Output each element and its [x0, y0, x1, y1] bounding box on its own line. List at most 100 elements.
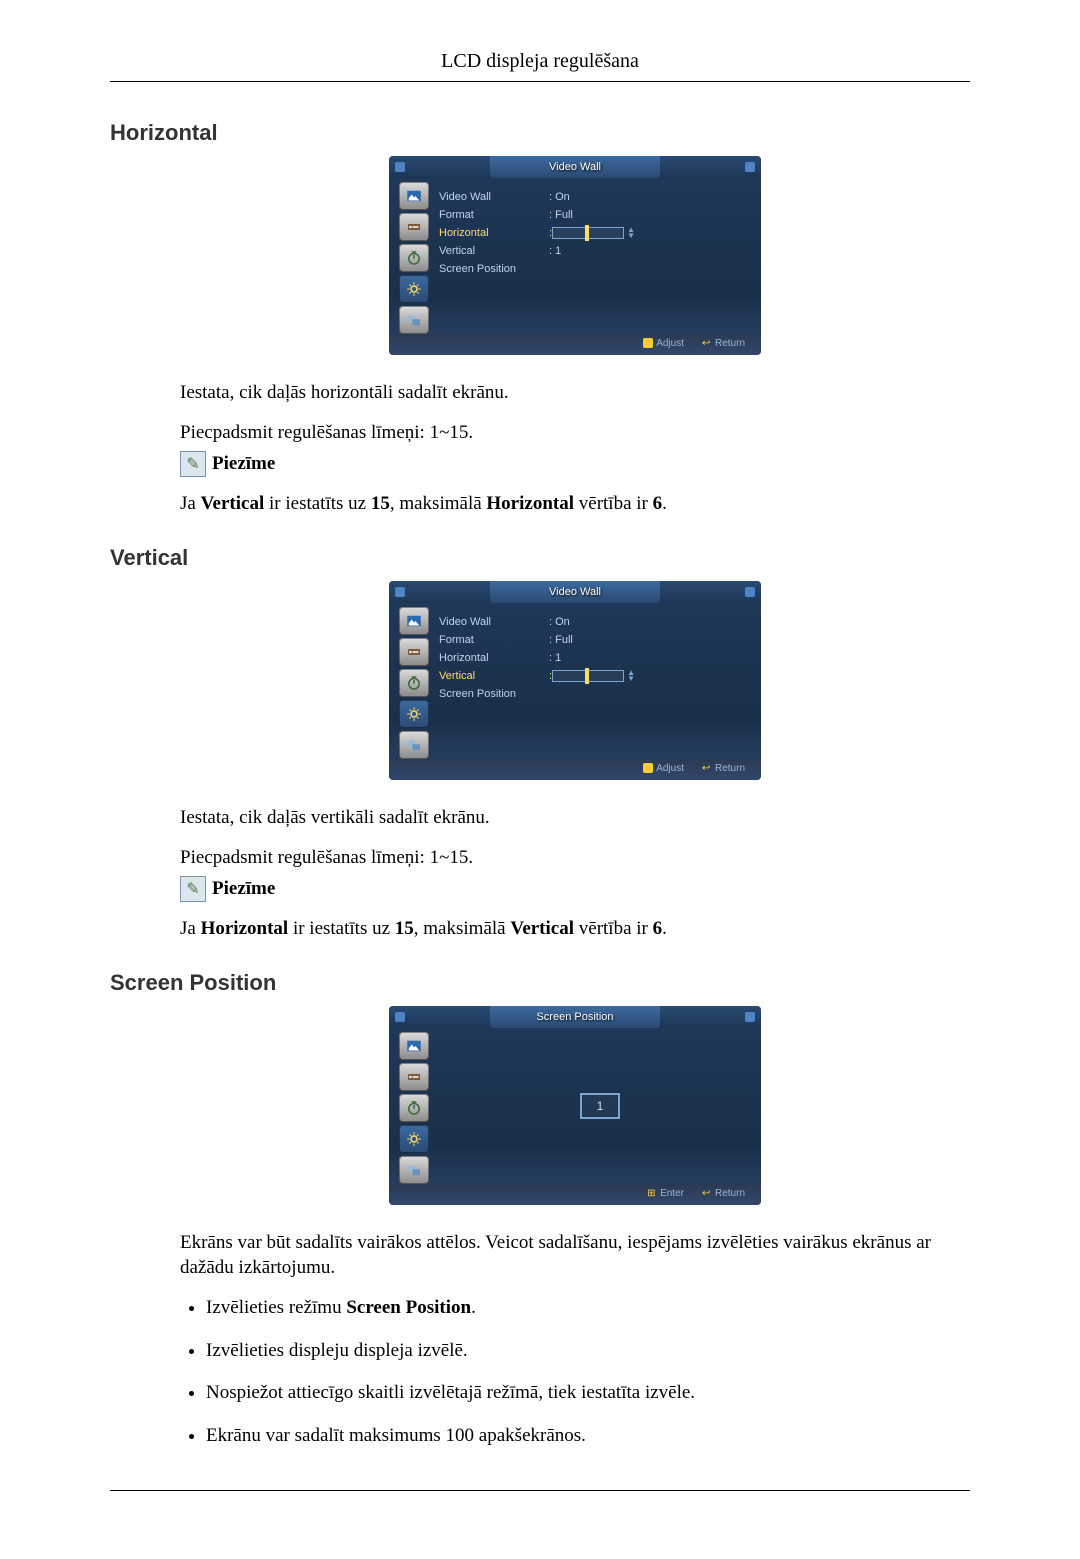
osd-icon-column: [389, 603, 439, 759]
osd-footer-return: Return: [702, 338, 745, 349]
osd-row-vertical-selected: Vertical:▲▼: [439, 667, 751, 685]
para-desc: Iestata, cik daļās vertikāli sadalīt ekr…: [180, 805, 970, 831]
osd-panel: Screen Position 1 Enter: [389, 1006, 761, 1205]
return-icon: [702, 763, 712, 773]
para-levels: Piecpadsmit regulēšanas līmeņi: 1~15.: [180, 420, 970, 446]
osd-label: Video Wall: [439, 191, 549, 203]
osd-row-screen-position: Screen Position: [439, 685, 751, 703]
osd-row-video-wall: Video Wall: On: [439, 188, 751, 206]
section-heading-screen-position: Screen Position: [110, 970, 970, 996]
osd-slider: ▲▼: [552, 669, 635, 683]
note-row: ✎ Piezīme: [180, 451, 970, 477]
osd-footer: Enter Return: [389, 1184, 761, 1205]
footer-label: Return: [715, 338, 745, 349]
para-levels: Piecpadsmit regulēšanas līmeņi: 1~15.: [180, 845, 970, 871]
osd-icon-column: [389, 1028, 439, 1184]
page-header-title: LCD displeja regulēšana: [110, 50, 970, 73]
para-desc: Ekrāns var būt sadalīts vairākos attēlos…: [180, 1230, 970, 1281]
nav-icon-multi: [399, 1156, 429, 1184]
t: vērtība ir: [574, 918, 653, 939]
osd-title: Video Wall: [490, 581, 660, 603]
osd-title: Screen Position: [490, 1006, 660, 1028]
t: ir iestatīts uz: [264, 493, 371, 514]
t: Ja: [180, 918, 201, 939]
osd-value: : On: [549, 616, 570, 628]
osd-icon-column: [389, 178, 439, 334]
adjust-icon: [643, 763, 653, 773]
list-item: Ekrānu var sadalīt maksimums 100 apakšek…: [206, 1423, 970, 1450]
osd-footer: Adjust Return: [389, 759, 761, 780]
footer-rule: [110, 1490, 970, 1491]
osd-panel: Video Wall Video Wall: On Format: Full H…: [389, 581, 761, 780]
osd-figure-vertical: Video Wall Video Wall: On Format: Full H…: [180, 581, 970, 785]
footer-label: Adjust: [656, 763, 684, 774]
section-content-vertical: Video Wall Video Wall: On Format: Full H…: [180, 581, 970, 942]
osd-value: : 1: [549, 652, 561, 664]
osd-menu-list: Video Wall: On Format: Full Horizontal: …: [439, 603, 761, 759]
osd-body: Video Wall: On Format: Full Horizontal:▲…: [389, 178, 761, 334]
page-container: LCD displeja regulēšana Horizontal Video…: [0, 0, 1080, 1559]
list-item: Nospiežot attiecīgo skaitli izvēlētajā r…: [206, 1380, 970, 1407]
osd-label: Vertical: [439, 245, 549, 257]
adjust-icon: [643, 338, 653, 348]
osd-value: : 1: [549, 245, 561, 257]
osd-label: Video Wall: [439, 616, 549, 628]
osd-footer-enter: Enter: [647, 1188, 684, 1199]
osd-label: Horizontal: [439, 652, 549, 664]
nav-icon-picture: [399, 607, 429, 635]
nav-icon-input: [399, 213, 429, 241]
note-label: Piezīme: [212, 453, 275, 475]
osd-label: Screen Position: [439, 263, 549, 275]
t: Screen Position: [346, 1297, 471, 1318]
osd-titlebar: Video Wall: [389, 156, 761, 178]
t: 6: [653, 918, 663, 939]
t: Ja: [180, 493, 201, 514]
t: , maksimālā: [414, 918, 511, 939]
t: Izvēlieties režīmu: [206, 1297, 346, 1318]
nav-icon-settings: [399, 1125, 429, 1153]
osd-row-screen-position: Screen Position: [439, 260, 751, 278]
t: .: [662, 918, 667, 939]
screen-position-cell: 1: [580, 1093, 620, 1119]
osd-slider: ▲▼: [552, 226, 635, 240]
footer-label: Return: [715, 763, 745, 774]
osd-row-horizontal: Horizontal: 1: [439, 649, 751, 667]
para-desc: Iestata, cik daļās horizontāli sadalīt e…: [180, 380, 970, 406]
list-item: Izvēlieties režīmu Screen Position.: [206, 1295, 970, 1322]
t: , maksimālā: [390, 493, 487, 514]
list-item: Izvēlieties displeju displeja izvēlē.: [206, 1338, 970, 1365]
note-label: Piezīme: [212, 878, 275, 900]
t: Horizontal: [486, 493, 574, 514]
osd-titlebar: Video Wall: [389, 581, 761, 603]
osd-value: : Full: [549, 209, 573, 221]
osd-row-video-wall: Video Wall: On: [439, 613, 751, 631]
enter-icon: [647, 1188, 657, 1198]
osd-sp-body: 1: [439, 1028, 761, 1184]
osd-row-vertical: Vertical: 1: [439, 242, 751, 260]
section-heading-vertical: Vertical: [110, 545, 970, 571]
osd-titlebar: Screen Position: [389, 1006, 761, 1028]
osd-row-format: Format: Full: [439, 631, 751, 649]
note-icon: ✎: [180, 451, 206, 477]
osd-label: Vertical: [439, 670, 549, 682]
osd-row-format: Format: Full: [439, 206, 751, 224]
nav-icon-picture: [399, 1032, 429, 1060]
osd-body: Video Wall: On Format: Full Horizontal: …: [389, 603, 761, 759]
footer-label: Enter: [660, 1188, 684, 1199]
t: Vertical: [201, 493, 265, 514]
osd-figure-horizontal: Video Wall Video Wall: On Format: Full H…: [180, 156, 970, 360]
section-heading-horizontal: Horizontal: [110, 120, 970, 146]
nav-icon-timer: [399, 669, 429, 697]
osd-footer: Adjust Return: [389, 334, 761, 355]
note-icon: ✎: [180, 876, 206, 902]
t: 6: [653, 493, 663, 514]
t: ir iestatīts uz: [288, 918, 395, 939]
osd-value: : Full: [549, 634, 573, 646]
return-icon: [702, 338, 712, 348]
osd-label: Horizontal: [439, 227, 549, 239]
osd-panel: Video Wall Video Wall: On Format: Full H…: [389, 156, 761, 355]
nav-icon-multi: [399, 306, 429, 334]
osd-row-horizontal-selected: Horizontal:▲▼: [439, 224, 751, 242]
osd-label: Format: [439, 209, 549, 221]
osd-figure-screen-position: Screen Position 1 Enter: [180, 1006, 970, 1210]
